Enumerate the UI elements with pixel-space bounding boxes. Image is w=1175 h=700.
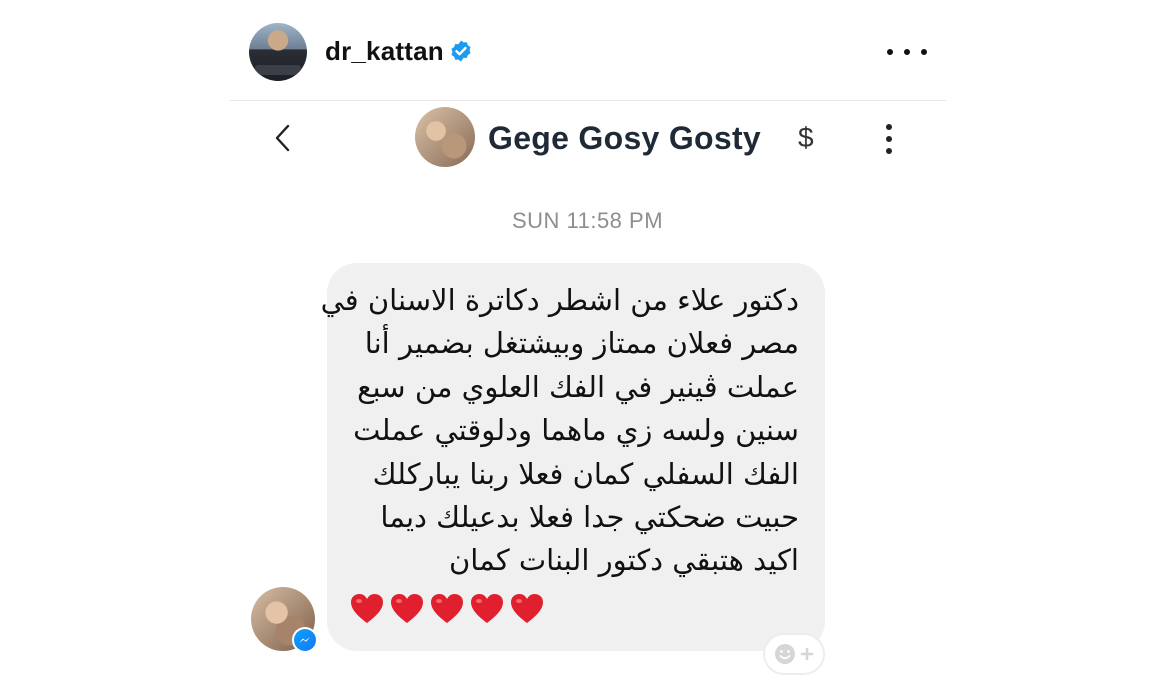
heart-icon [391, 594, 423, 623]
hearts-row [349, 591, 545, 627]
message-line: دكتور علاء من اشطر دكاترة الاسنان في [320, 283, 799, 317]
heart-icon [431, 594, 463, 623]
message-line: اكيد هتبقي دكتور البنات كمان [448, 543, 799, 578]
message-line: عملت ڤينير في الفك العلوي من سبع [357, 369, 799, 404]
chat-header: Gege Gosy Gosty $ [230, 100, 946, 180]
chat-options-icon[interactable] [882, 124, 896, 154]
username[interactable]: dr_kattan [325, 36, 444, 67]
message-line: مصر فعلان ممتاز وبيشتغل بضمير أنا [364, 326, 799, 361]
messenger-icon [292, 627, 318, 653]
message-line: سنين ولسه زي ماهما ودلوقتي عملت [353, 413, 799, 448]
heart-icon [471, 594, 503, 623]
message-line: حبيت ضحكتي جدا فعلا بدعيلك ديما [380, 500, 799, 535]
message-bubble[interactable]: دكتور علاء من اشطر دكاترة الاسنان في مصر… [320, 263, 825, 651]
message-text: دكتور علاء من اشطر دكاترة الاسنان في مصر… [320, 279, 799, 583]
back-arrow-icon[interactable] [268, 120, 298, 156]
payment-icon[interactable]: $ [798, 122, 814, 154]
more-options-icon[interactable] [887, 40, 927, 64]
verified-badge-icon [451, 40, 471, 62]
contact-avatar[interactable] [415, 107, 475, 167]
post-header: dr_kattan [230, 0, 946, 101]
add-reaction-button[interactable] [764, 634, 824, 674]
heart-icon [511, 594, 543, 623]
message-line: الفك السفلي كمان فعلا ربنا يباركلك [372, 456, 799, 491]
heart-icon [351, 594, 383, 623]
message-timestamp: SUN 11:58 PM [511, 208, 664, 233]
profile-avatar[interactable] [249, 23, 307, 81]
contact-name[interactable]: Gege Gosy Gosty [488, 120, 761, 157]
